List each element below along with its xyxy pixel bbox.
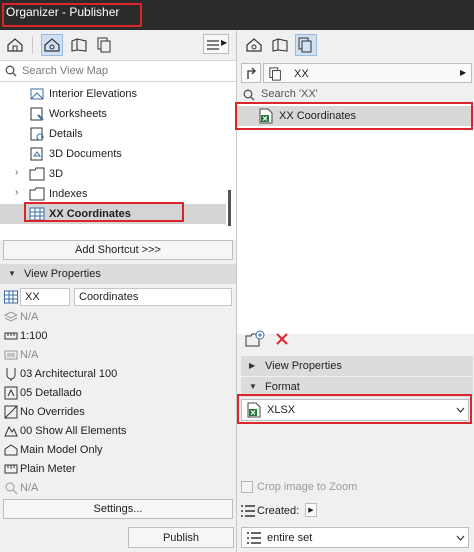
view-map-tree: Interior Elevations Worksheets Details 3… xyxy=(0,82,236,240)
chevron-right-icon[interactable]: › xyxy=(15,167,18,178)
scale-ruler-icon xyxy=(4,332,18,340)
model-view-icon xyxy=(6,368,16,381)
publisher-set-selector[interactable]: XX ▶ xyxy=(263,63,472,83)
view-properties-header[interactable]: ▼ View Properties xyxy=(0,264,236,284)
search-icon xyxy=(5,65,17,77)
prop-row-structure[interactable]: N/A xyxy=(0,308,236,327)
project-map-icon[interactable] xyxy=(243,34,265,56)
set-scope-select[interactable]: entire set xyxy=(241,527,469,548)
3d-document-icon xyxy=(30,147,43,161)
view-map-icon[interactable] xyxy=(41,34,63,56)
new-folder-icon[interactable] xyxy=(245,330,265,350)
publisher-item-list: XX Coordinates xyxy=(235,102,474,334)
chevron-right-icon: ▶ xyxy=(460,68,467,77)
item-highlight-box xyxy=(235,102,473,130)
tree-scrollbar[interactable] xyxy=(228,190,231,226)
delete-icon[interactable] xyxy=(275,332,291,348)
folder-icon xyxy=(29,167,45,181)
tree-item-interior-elevations[interactable]: Interior Elevations xyxy=(0,84,226,104)
tree-item-3d[interactable]: › 3D xyxy=(0,164,226,184)
interior-elevation-icon xyxy=(30,88,44,100)
search-icon xyxy=(243,89,255,101)
chevron-right-icon[interactable]: ▶ xyxy=(305,503,317,517)
renovation-filter-icon xyxy=(4,425,18,437)
detail-level-icon xyxy=(4,386,18,400)
left-panel: ▶ Search View Map Interior Elevations Wo… xyxy=(0,30,236,552)
pen-set-icon xyxy=(4,350,18,360)
view-id-field[interactable]: XX xyxy=(20,288,70,306)
crop-label: Crop image to Zoom xyxy=(257,481,358,493)
list-icon xyxy=(241,505,255,517)
tree-item-details[interactable]: Details xyxy=(0,124,226,144)
chevron-down-icon xyxy=(456,535,465,541)
prop-row-model-only[interactable]: Main Model Only xyxy=(0,441,236,460)
tree-item-worksheets[interactable]: Worksheets xyxy=(0,104,226,124)
publish-button[interactable]: Publish xyxy=(128,527,234,548)
publisher-sets-icon[interactable] xyxy=(94,34,116,56)
prop-row-detail-level[interactable]: 05 Detallado xyxy=(0,384,236,403)
title-highlight-box xyxy=(2,3,142,27)
layer-stack-icon xyxy=(4,311,18,322)
publisher-set-row: XX ▶ xyxy=(237,62,474,84)
view-name-field[interactable]: Coordinates xyxy=(74,288,232,306)
right-view-properties-header[interactable]: ▶ View Properties xyxy=(241,356,473,376)
format-highlight-box xyxy=(237,394,472,424)
settings-button[interactable]: Settings... xyxy=(3,499,233,519)
folder-icon xyxy=(29,187,45,201)
search-placeholder: Search View Map xyxy=(22,65,109,77)
project-map-icon[interactable] xyxy=(4,34,26,56)
worksheet-icon xyxy=(30,107,44,121)
layout-book-icon[interactable] xyxy=(68,34,90,56)
triangle-right-icon: ▶ xyxy=(249,361,256,370)
prop-row-model-view[interactable]: 03 Architectural 100 xyxy=(0,365,236,384)
chevron-right-icon[interactable]: › xyxy=(15,187,18,198)
schedule-icon xyxy=(4,290,18,304)
prop-row-renovation[interactable]: 00 Show All Elements xyxy=(0,422,236,441)
layout-book-icon[interactable] xyxy=(269,34,291,56)
prop-row-zoom[interactable]: N/A xyxy=(0,479,236,498)
crop-checkbox[interactable] xyxy=(241,481,253,493)
right-panel: XX ▶ Search 'XX' XX Coordinates ▶ View P… xyxy=(235,30,474,552)
prop-row-pen-table[interactable]: N/A xyxy=(0,346,236,365)
set-search[interactable]: Search 'XX' xyxy=(237,86,474,102)
publisher-sets-icon[interactable] xyxy=(295,34,317,56)
return-arrow-icon[interactable] xyxy=(241,63,261,83)
add-shortcut-button[interactable]: Add Shortcut >>> xyxy=(3,240,233,260)
title-bar: Organizer - Publisher xyxy=(0,0,474,30)
view-map-search[interactable]: Search View Map xyxy=(0,60,236,82)
triangle-down-icon: ▼ xyxy=(249,382,257,391)
prop-row-dimension[interactable]: Plain Meter xyxy=(0,460,236,479)
list-icon xyxy=(247,532,261,544)
detail-icon xyxy=(30,127,44,141)
triangle-down-icon: ▼ xyxy=(8,269,16,278)
graphic-override-icon xyxy=(4,405,18,419)
dimension-icon xyxy=(4,464,18,474)
panel-menu-button[interactable]: ▶ xyxy=(203,34,229,54)
tree-item-3d-documents[interactable]: 3D Documents xyxy=(0,144,226,164)
selection-highlight-box xyxy=(24,202,184,222)
zoom-icon xyxy=(5,482,18,495)
created-label: Created: xyxy=(257,505,300,517)
prop-row-graphic-override[interactable]: No Overrides xyxy=(0,403,236,422)
tree-item-indexes[interactable]: › Indexes xyxy=(0,184,226,204)
prop-row-scale[interactable]: 1:100 xyxy=(0,327,236,346)
publisher-sets-icon xyxy=(269,67,281,81)
layout-model-icon xyxy=(4,444,18,456)
